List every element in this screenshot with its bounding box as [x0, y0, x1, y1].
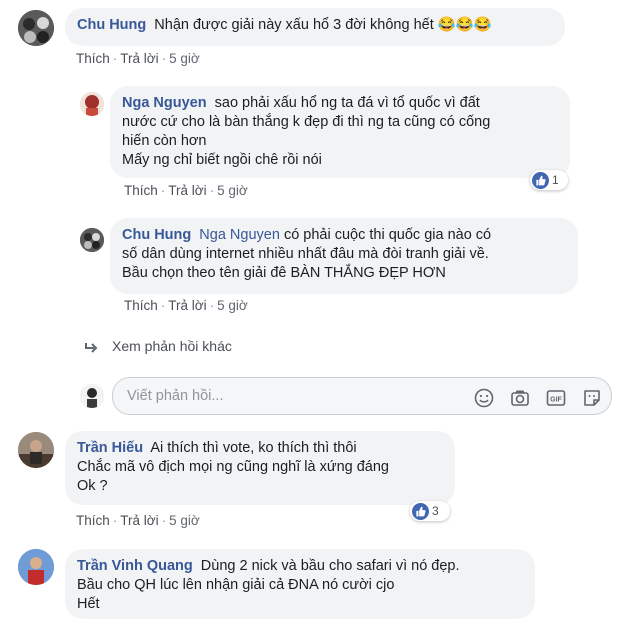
comment-line: Dùng 2 nick và bầu cho safari vì nó đẹp. — [200, 558, 460, 574]
comment-bubble: Chu Hung Nga Nguyen có phải cuộc thi quố… — [110, 218, 578, 294]
avatar-image — [18, 549, 54, 585]
gif-icon[interactable]: GIF — [545, 387, 567, 409]
comment-line: Bầu chọn theo tên giải đê BÀN THẮNG ĐẸP … — [122, 265, 446, 281]
comment-line: sao phải xấu hổ ng ta đá vì tổ quốc vì đ… — [214, 95, 480, 111]
emoji-icon[interactable] — [473, 387, 495, 409]
reply-placeholder: Viết phản hồi... — [127, 388, 224, 404]
reply-input[interactable]: Viết phản hồi... GIF — [112, 377, 612, 415]
like-link[interactable]: Thích — [76, 513, 110, 528]
svg-text:GIF: GIF — [550, 397, 562, 404]
comment-bubble: Nga Nguyen sao phải xấu hổ ng ta đá vì t… — [110, 86, 570, 178]
like-link[interactable]: Thích — [124, 183, 158, 198]
comment-author[interactable]: Trần Vinh Quang — [77, 558, 193, 574]
comment-line: Mấy ng chỉ biết ngồi chê rồi nói — [122, 152, 322, 168]
reply-arrow-icon — [84, 341, 98, 357]
comment-bubble: Trần Hiếu Ai thích thì vote, ko thích th… — [65, 431, 455, 505]
like-icon — [532, 171, 549, 189]
reply-link[interactable]: Trả lời — [120, 51, 158, 66]
comment-actions: Thích · Trả lời · 5 giờ — [124, 183, 248, 198]
comment-text: Nhận được giải này xấu hổ 3 đời không hế… — [154, 17, 492, 33]
reply-link[interactable]: Trả lời — [120, 513, 158, 528]
comment-line: Bầu cho QH lúc lên nhận giải cả ĐNA nó c… — [77, 577, 395, 593]
avatar[interactable] — [18, 432, 54, 468]
avatar-image — [80, 228, 104, 252]
comment-bubble: Chu Hung Nhận được giải này xấu hổ 3 đời… — [65, 8, 565, 46]
comment-author[interactable]: Chu Hung — [77, 17, 146, 33]
reaction-count[interactable]: 3 — [410, 501, 450, 521]
avatar-image — [18, 432, 54, 468]
like-link[interactable]: Thích — [124, 298, 158, 313]
comment-line: Hết — [77, 596, 100, 612]
comment-line: Chắc mã vô địch mọi ng cũng nghĩ là xứng… — [77, 459, 389, 475]
avatar[interactable] — [18, 10, 54, 46]
comment-author[interactable]: Trần Hiếu — [77, 440, 143, 456]
comment-line: số dân dùng internet nhiều nhất đâu mà đ… — [122, 246, 489, 262]
comment-line: nước cứ cho là bàn thắng k đẹp đi thì ng… — [122, 114, 491, 130]
mentioned-user[interactable]: Nga Nguyen — [199, 227, 280, 243]
avatar-image — [80, 92, 104, 116]
comment-line: có phải cuộc thi quốc gia nào có — [283, 227, 492, 243]
avatar[interactable] — [80, 384, 104, 408]
comment-bubble: Trần Vinh Quang Dùng 2 nick và bầu cho s… — [65, 549, 535, 619]
comment-author[interactable]: Chu Hung — [122, 227, 191, 243]
timestamp[interactable]: 5 giờ — [169, 513, 200, 528]
camera-icon[interactable] — [509, 387, 531, 409]
like-icon — [412, 502, 429, 520]
reply-link[interactable]: Trả lời — [168, 183, 206, 198]
avatar[interactable] — [80, 92, 104, 116]
avatar-image — [80, 384, 104, 408]
reaction-count[interactable]: 1 — [530, 170, 568, 190]
avatar[interactable] — [80, 228, 104, 252]
timestamp[interactable]: 5 giờ — [217, 298, 248, 313]
comment-actions: Thích · Trả lời · 5 giờ — [76, 51, 200, 66]
comment-actions: Thích · Trả lời · 5 giờ — [124, 298, 248, 313]
comment-line: hiến còn hơn — [122, 133, 207, 149]
comment-actions: Thích · Trả lời · 5 giờ — [76, 513, 200, 528]
timestamp[interactable]: 5 giờ — [217, 183, 248, 198]
sticker-icon[interactable] — [581, 387, 603, 409]
avatar-image — [18, 10, 54, 46]
comment-author[interactable]: Nga Nguyen — [122, 95, 207, 111]
comment-line: Ai thích thì vote, ko thích thì thôi — [150, 440, 357, 456]
avatar[interactable] — [18, 549, 54, 585]
comment-line: Ok ? — [77, 478, 108, 494]
like-link[interactable]: Thích — [76, 51, 110, 66]
reply-link[interactable]: Trả lời — [168, 298, 206, 313]
more-replies-link[interactable]: Xem phản hồi khác — [112, 338, 232, 354]
timestamp[interactable]: 5 giờ — [169, 51, 200, 66]
